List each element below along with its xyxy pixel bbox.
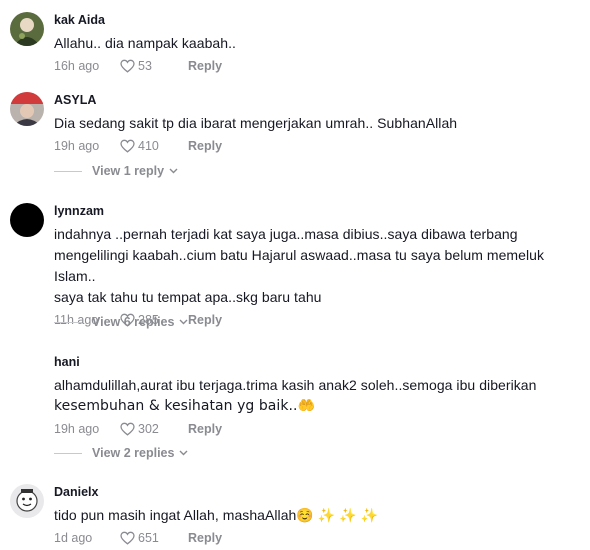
divider-line <box>54 452 82 454</box>
like-count: 410 <box>138 139 159 153</box>
avatar[interactable] <box>10 203 44 237</box>
view-replies-button[interactable]: View 2 replies <box>54 446 188 460</box>
heart-icon <box>120 422 135 436</box>
divider-line <box>54 170 82 172</box>
heart-icon <box>120 59 135 73</box>
avatar[interactable] <box>10 12 44 46</box>
comment-text: Dia sedang sakit tp dia ibarat mengerjak… <box>54 115 458 131</box>
view-replies-label: View 6 replies <box>92 315 175 329</box>
like-button[interactable]: 651 <box>120 531 172 545</box>
comment-username[interactable]: ASYLA <box>54 92 582 108</box>
reply-button[interactable]: Reply <box>188 139 222 153</box>
comment-timestamp: 1d ago <box>54 531 93 545</box>
comment-text-line: saya tak tahu tu tempat apa..skg baru ta… <box>54 289 322 305</box>
comment-text-line: kesembuhan & kesihatan yg baik..🤲 <box>54 398 315 414</box>
comment-text-line: indahnya ..pernah terjadi kat saya juga.… <box>54 226 518 242</box>
chevron-down-icon <box>179 319 188 325</box>
comment-timestamp: 19h ago <box>54 422 100 436</box>
comment-username[interactable]: Danielx <box>54 484 582 500</box>
like-button[interactable]: 302 <box>120 422 172 436</box>
comment-username[interactable]: hani <box>54 354 582 370</box>
reply-button[interactable]: Reply <box>188 422 222 436</box>
view-replies-button[interactable]: View 6 replies <box>54 315 188 329</box>
comment-text-line: alhamdulillah,aurat ibu terjaga.trima ka… <box>54 377 537 393</box>
like-count: 302 <box>138 422 159 436</box>
divider-line <box>54 321 82 323</box>
comment-text: Allahu.. dia nampak kaabah.. <box>54 35 236 51</box>
view-replies-button[interactable]: View 1 reply <box>54 164 178 178</box>
view-replies-label: View 2 replies <box>92 446 175 460</box>
like-button[interactable]: 53 <box>120 59 172 73</box>
reply-button[interactable]: Reply <box>188 313 222 327</box>
view-replies-label: View 1 reply <box>92 164 165 178</box>
reply-button[interactable]: Reply <box>188 531 222 545</box>
comment-text: indahnya ..pernah terjadi kat saya juga.… <box>54 224 582 308</box>
like-button[interactable]: 410 <box>120 139 172 153</box>
comment-text: alhamdulillah,aurat ibu terjaga.trima ka… <box>54 375 582 417</box>
comment-username[interactable]: kak Aida <box>54 12 582 28</box>
comment-text-line: mengelilingi kaabah..cium batu Hajarul a… <box>54 247 545 284</box>
heart-icon <box>120 139 135 153</box>
like-count: 53 <box>138 59 152 73</box>
heart-icon <box>120 531 135 545</box>
comment-username[interactable]: lynnzam <box>54 203 582 219</box>
avatar[interactable] <box>10 92 44 126</box>
comment-text: tido pun masih ingat Allah, mashaAllah☺️… <box>54 507 379 523</box>
avatar[interactable] <box>10 484 44 518</box>
chevron-down-icon <box>169 168 178 174</box>
like-count: 651 <box>138 531 159 545</box>
chevron-down-icon <box>179 450 188 456</box>
comment-timestamp: 16h ago <box>54 59 100 73</box>
comment-timestamp: 19h ago <box>54 139 100 153</box>
reply-button[interactable]: Reply <box>188 59 222 73</box>
